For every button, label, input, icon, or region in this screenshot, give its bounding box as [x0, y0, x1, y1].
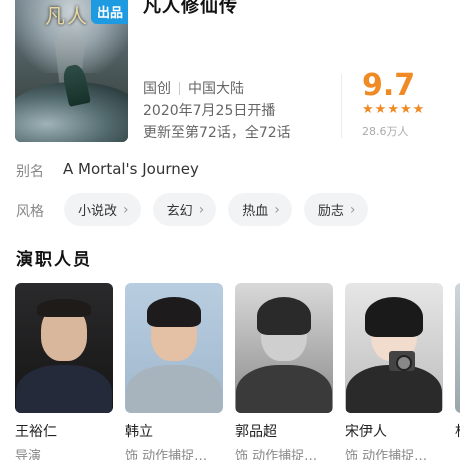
cast-name: 宋伊人: [345, 424, 387, 440]
cast-name: 韩立: [125, 424, 153, 440]
cast-card[interactable]: 宋伊人 饰 动作捕捉…: [345, 283, 443, 460]
camera-icon: [389, 351, 415, 371]
cast-card[interactable]: 郭品超 饰 动作捕捉…: [235, 283, 333, 460]
cast-name: 王裕仁: [15, 424, 57, 440]
cast-viewport: 王裕仁 导演 韩立 饰 动作捕捉… 郭品超 饰 动作捕捉… 宋伊人 饰 动作捕捉…: [0, 0, 460, 460]
cast-role: 导演: [15, 449, 42, 460]
cast-photo: [125, 283, 223, 413]
cast-list[interactable]: 王裕仁 导演 韩立 饰 动作捕捉… 郭品超 饰 动作捕捉… 宋伊人 饰 动作捕捉…: [15, 283, 460, 460]
cast-name: 杜: [455, 421, 460, 441]
cast-name: 郭品超: [235, 424, 277, 440]
cast-card[interactable]: 王裕仁 导演: [15, 283, 113, 460]
cast-role: 饰 动作捕捉…: [125, 449, 208, 460]
cast-photo: [235, 283, 333, 413]
cast-role: 饰 动作捕捉…: [345, 449, 428, 460]
cast-card[interactable]: 韩立 饰 动作捕捉…: [125, 283, 223, 460]
cast-photo: [15, 283, 113, 413]
cast-photo: [345, 283, 443, 413]
cast-card[interactable]: 杜: [455, 283, 460, 440]
cast-role: 饰 动作捕捉…: [235, 449, 318, 460]
